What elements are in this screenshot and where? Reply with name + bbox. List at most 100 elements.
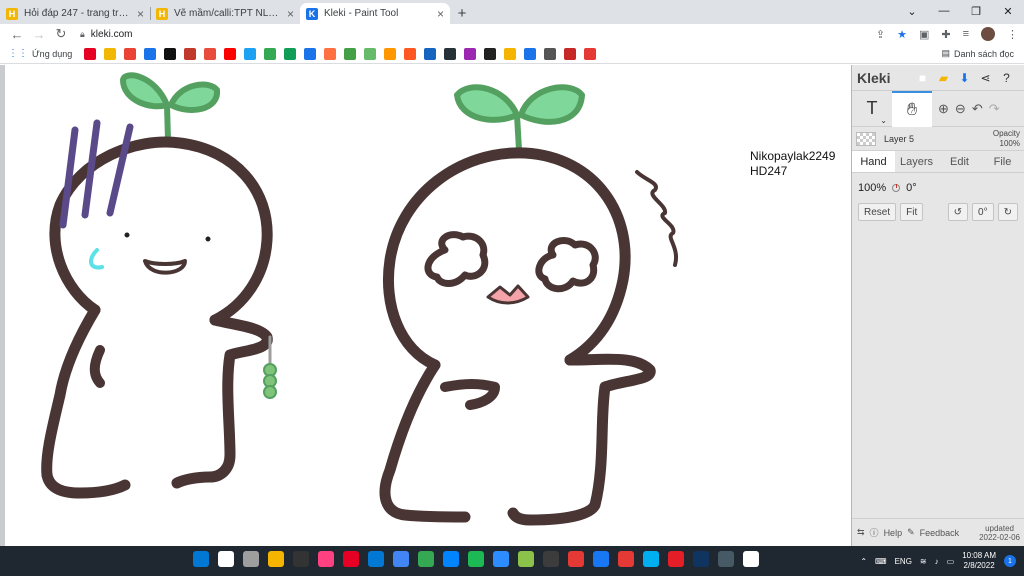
new-tab-button[interactable]: + (450, 3, 474, 24)
bookmark-icon[interactable] (524, 47, 537, 60)
bookmark-star-icon[interactable]: ★ (897, 28, 907, 41)
close-icon[interactable]: × (287, 7, 294, 21)
bookmark-icon[interactable] (424, 47, 437, 60)
bookmark-icon[interactable] (224, 47, 237, 60)
chevron-down-icon[interactable]: ⌄ (896, 0, 928, 22)
taskbar-app-icon[interactable] (268, 551, 284, 567)
bookmark-icon[interactable] (164, 47, 177, 60)
reading-list[interactable]: ▤ Danh sách đọc (941, 48, 1014, 59)
undo-icon[interactable]: ↶ (972, 101, 983, 117)
tab-edit[interactable]: Edit (938, 151, 981, 172)
tab-hand[interactable]: Hand (852, 151, 895, 172)
zoom-in-icon[interactable]: ⊕ (938, 101, 949, 117)
chevron-down-icon[interactable]: ⌄ (880, 116, 887, 125)
taskbar-app-icon[interactable] (393, 551, 409, 567)
taskbar-app-icon[interactable] (468, 551, 484, 567)
bookmark-icon[interactable] (444, 47, 457, 60)
drawing-canvas[interactable]: Nikopaylak2249 HD247 (0, 65, 851, 546)
notification-badge[interactable]: 1 (1004, 555, 1016, 567)
taskbar-app-icon[interactable] (368, 551, 384, 567)
bookmark-icon[interactable] (184, 47, 197, 60)
share-icon[interactable]: ⋖ (978, 71, 992, 85)
rotation-dial-icon[interactable] (892, 184, 901, 192)
text-tool[interactable]: T ⌄ (852, 91, 892, 127)
forward-icon[interactable]: → (28, 27, 50, 42)
menu-icon[interactable]: ⋮ (1007, 28, 1018, 41)
taskbar-app-icon[interactable] (543, 551, 559, 567)
taskbar-app-icon[interactable] (493, 551, 509, 567)
angle-button[interactable]: 0° (972, 203, 994, 221)
taskbar-app-icon[interactable] (643, 551, 659, 567)
chevron-up-icon[interactable]: ⌃ (860, 557, 867, 566)
bookmark-icon[interactable] (504, 47, 517, 60)
bookmark-icon[interactable] (384, 47, 397, 60)
bookmark-icon[interactable] (284, 47, 297, 60)
swap-icon[interactable]: ⇆ (857, 527, 865, 538)
extension-icon[interactable]: ▣ (919, 28, 929, 41)
minimize-icon[interactable]: — (928, 0, 960, 22)
browser-tab[interactable]: H Vẽ mầm/calli:TPT NL:côn 50 tim × (150, 3, 300, 24)
close-icon[interactable]: × (137, 7, 144, 21)
back-icon[interactable]: ← (6, 27, 28, 42)
volume-icon[interactable]: ♪ (935, 557, 939, 566)
save-icon[interactable]: ▰ (936, 71, 950, 85)
close-window-icon[interactable]: ✕ (992, 0, 1024, 22)
zoom-out-icon[interactable]: ⊖ (955, 101, 966, 117)
taskbar-app-icon[interactable] (443, 551, 459, 567)
bookmark-icon[interactable] (324, 47, 337, 60)
taskbar-app-icon[interactable] (343, 551, 359, 567)
clock[interactable]: 10:08 AM 2/8/2022 (962, 551, 996, 571)
media-icon[interactable]: ≡ (963, 28, 969, 40)
bookmark-icon[interactable] (204, 47, 217, 60)
taskbar-app-icon[interactable] (418, 551, 434, 567)
bookmark-icon[interactable] (84, 47, 97, 60)
bookmark-icon[interactable] (344, 47, 357, 60)
restore-icon[interactable]: ❐ (960, 0, 992, 22)
bookmark-icon[interactable] (464, 47, 477, 60)
help-circle-icon[interactable]: ⓘ (870, 526, 879, 539)
apps-shortcut[interactable]: ⋮⋮ Ứng dụng (8, 48, 72, 59)
bookmark-icon[interactable] (244, 47, 257, 60)
bookmark-icon[interactable] (364, 47, 377, 60)
bookmark-icon[interactable] (304, 47, 317, 60)
new-file-icon[interactable]: ■ (915, 71, 929, 85)
battery-icon[interactable]: ▭ (947, 557, 955, 566)
bookmark-icon[interactable] (264, 47, 277, 60)
language-indicator[interactable]: ENG (895, 557, 912, 566)
taskbar-app-icon[interactable] (743, 551, 759, 567)
taskbar-app-icon[interactable] (518, 551, 534, 567)
feedback-icon[interactable]: ✎ (907, 527, 915, 538)
address-bar[interactable]: 🔒︎ kleki.com (76, 25, 876, 43)
browser-tab[interactable]: H Hỏi đáp 247 - trang tra lời × (0, 3, 150, 24)
taskbar-app-icon[interactable] (218, 551, 234, 567)
bookmark-icon[interactable] (584, 47, 597, 60)
taskbar-app-icon[interactable] (568, 551, 584, 567)
bookmark-icon[interactable] (404, 47, 417, 60)
taskbar-app-icon[interactable] (243, 551, 259, 567)
close-icon[interactable]: × (437, 7, 444, 21)
bookmark-icon[interactable] (144, 47, 157, 60)
taskbar-app-icon[interactable] (693, 551, 709, 567)
bookmark-icon[interactable] (124, 47, 137, 60)
taskbar-app-icon[interactable] (668, 551, 684, 567)
browser-tab-active[interactable]: K Kleki - Paint Tool × (300, 3, 450, 24)
taskbar-app-icon[interactable] (718, 551, 734, 567)
puzzle-icon[interactable]: ✚ (941, 28, 950, 41)
tab-file[interactable]: File (981, 151, 1024, 172)
taskbar-app-icon[interactable] (593, 551, 609, 567)
wifi-icon[interactable]: ≋ (920, 557, 927, 566)
bookmark-icon[interactable] (564, 47, 577, 60)
taskbar-app-icon[interactable] (293, 551, 309, 567)
reset-button[interactable]: Reset (858, 203, 897, 221)
redo-icon[interactable]: ↷ (989, 101, 1000, 117)
taskbar-app-icon[interactable] (318, 551, 334, 567)
download-icon[interactable]: ⬇ (957, 71, 971, 85)
fit-button[interactable]: Fit (900, 203, 924, 221)
avatar[interactable] (981, 27, 995, 41)
help-link[interactable]: Help (884, 528, 903, 538)
hand-tool[interactable]: ✋︎ (892, 90, 932, 127)
active-layer[interactable]: Layer 5 Opacity 100% (852, 127, 1024, 151)
bookmark-icon[interactable] (484, 47, 497, 60)
bookmark-icon[interactable] (544, 47, 557, 60)
lock-icon[interactable]: 🔒︎ (80, 29, 85, 40)
